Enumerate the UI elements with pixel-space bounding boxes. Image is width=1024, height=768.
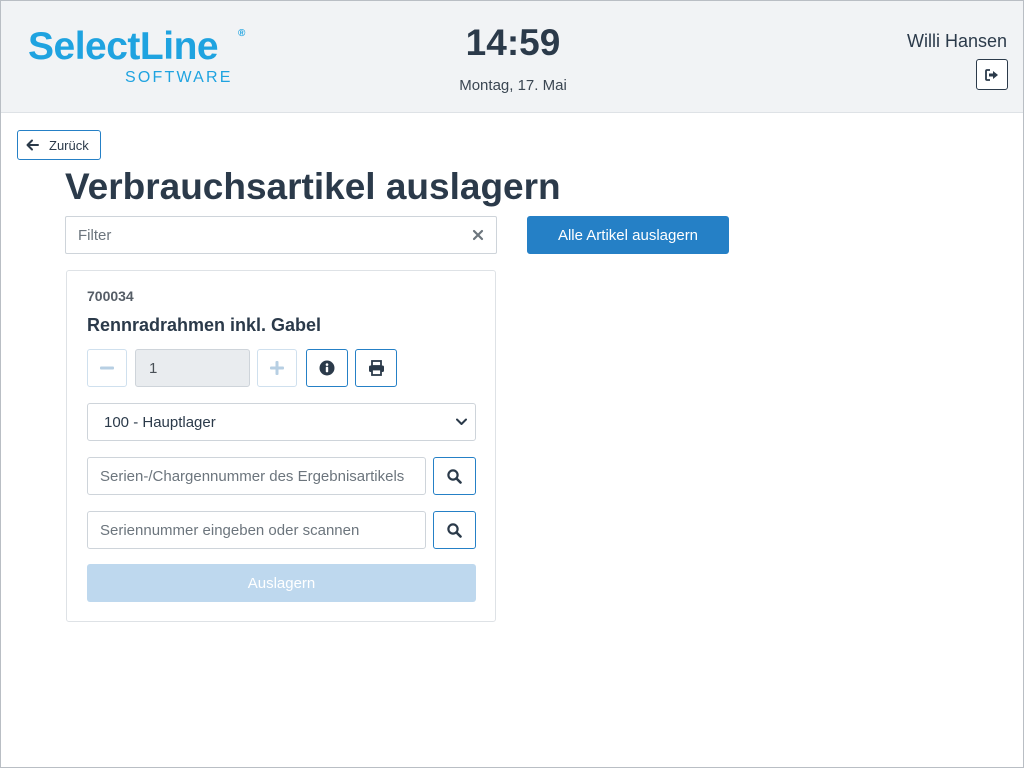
increase-quantity-button[interactable] <box>257 349 297 387</box>
back-button-label: Zurück <box>49 137 89 153</box>
search-icon <box>447 468 462 484</box>
filter-input[interactable] <box>66 217 466 253</box>
search-icon <box>447 522 462 538</box>
chevron-down-icon <box>456 418 467 425</box>
selectline-logo: SelectLine ® SOFTWARE <box>28 27 258 93</box>
article-card: 700034 Rennradrahmen inkl. Gabel 100 - H… <box>66 270 496 622</box>
clear-filter-icon[interactable] <box>471 228 485 242</box>
batch-number-input[interactable] <box>87 457 426 495</box>
stock-out-button[interactable]: Auslagern <box>87 564 476 602</box>
app-header: SelectLine ® SOFTWARE 14:59 Montag, 17. … <box>1 1 1023 113</box>
quantity-input[interactable] <box>135 349 250 387</box>
batch-search-button[interactable] <box>433 457 476 495</box>
article-number: 700034 <box>87 288 134 304</box>
printer-icon <box>368 360 384 376</box>
logo-registered-mark: ® <box>238 28 246 39</box>
print-label-button[interactable] <box>355 349 397 387</box>
plus-icon <box>270 361 284 375</box>
back-button[interactable]: Zurück <box>17 130 101 160</box>
article-name: Rennradrahmen inkl. Gabel <box>87 315 322 335</box>
serial-number-input[interactable] <box>87 511 426 549</box>
warehouse-select[interactable]: 100 - Hauptlager <box>87 403 476 441</box>
minus-icon <box>100 366 114 370</box>
serial-search-button[interactable] <box>433 511 476 549</box>
page-title: Verbrauchsartikel auslagern <box>65 166 561 207</box>
logo-subtitle: SOFTWARE <box>125 69 233 86</box>
logout-button[interactable] <box>976 59 1008 90</box>
logo-wordmark: SelectLine <box>28 25 219 68</box>
filter-field <box>65 216 497 254</box>
info-icon <box>319 360 335 376</box>
stock-out-all-button[interactable]: Alle Artikel auslagern <box>527 216 729 254</box>
clock-date: Montag, 17. Mai <box>459 77 567 94</box>
clock-time: 14:59 <box>465 22 561 63</box>
decrease-quantity-button[interactable] <box>87 349 127 387</box>
sign-out-icon <box>985 68 998 81</box>
arrow-left-icon <box>26 139 39 151</box>
user-name: Willi Hansen <box>906 31 1007 51</box>
article-info-button[interactable] <box>306 349 348 387</box>
warehouse-selected-value: 100 - Hauptlager <box>104 413 216 431</box>
